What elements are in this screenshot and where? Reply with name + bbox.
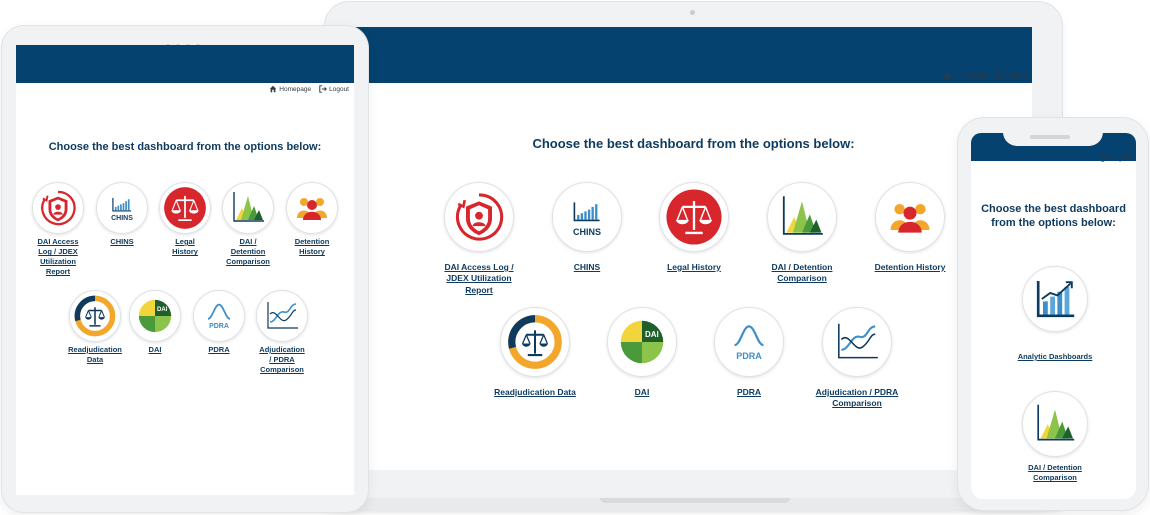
tile-dai[interactable]: DAI DAI	[127, 290, 183, 355]
tablet-camera-dots	[166, 35, 206, 48]
dai-pie-icon	[136, 297, 174, 335]
dai-icon-text: DAI	[645, 330, 659, 339]
homepage-link[interactable]: Homepage	[943, 72, 988, 80]
tile-readjudication[interactable]: Readjudication Data	[483, 307, 587, 398]
page-heading: Choose the best dashboard from the optio…	[532, 136, 855, 151]
peaks-chart-icon	[1031, 400, 1079, 448]
people-icon	[884, 191, 936, 243]
wave-chart-icon	[831, 316, 883, 368]
logout-link[interactable]: Logout	[319, 85, 349, 93]
homepage-link[interactable]: Homepage	[269, 85, 311, 93]
chins-icon-text: CHINS	[572, 227, 601, 237]
tile-adjudication-pdra[interactable]: Adjudication / PDRA Comparison	[253, 290, 311, 375]
home-icon	[943, 72, 951, 80]
dai-pie-icon	[617, 317, 667, 367]
header-bar	[16, 45, 354, 83]
tile-chins[interactable]: CHINS CHINS	[94, 182, 150, 247]
logout-icon	[996, 72, 1004, 80]
scales-icon	[163, 186, 207, 230]
logout-icon	[319, 85, 327, 93]
readjudication-icon	[73, 294, 117, 338]
logout-link[interactable]: Logout	[1101, 154, 1131, 162]
tile-detention-history[interactable]: Detention History	[284, 182, 340, 257]
phone-screen: Logout Choose the best dashboard from the…	[971, 133, 1136, 499]
tile-analytic-dashboards[interactable]: Analytic Dashboards	[1001, 266, 1109, 362]
chins-icon-text: CHINS	[111, 215, 133, 222]
tablet-screen: Homepage Logout Choose the best dashboar…	[16, 45, 354, 495]
header-bar	[355, 27, 1032, 83]
tile-adjudication-pdra[interactable]: Adjudication / PDRA Comparison	[807, 307, 907, 410]
readjudication-icon	[506, 313, 564, 371]
tile-detention-history[interactable]: Detention History	[867, 182, 953, 273]
tile-dai-access-log[interactable]: DAI Access Log / JDEX Utilization Report	[30, 182, 86, 278]
page-heading: Choose the best dashboard from the option…	[981, 203, 1126, 230]
tile-chins[interactable]: CHINS CHINS	[545, 182, 629, 273]
tile-legal-history[interactable]: Legal History	[652, 182, 736, 273]
page-heading: Choose the best dashboard from the optio…	[48, 141, 322, 153]
tile-dai-detention[interactable]: DAI / Detention Comparison	[220, 182, 276, 267]
laptop-base-notch	[600, 498, 790, 503]
home-icon	[269, 85, 277, 93]
top-nav: Homepage Logout	[943, 72, 1027, 80]
tile-dai-detention[interactable]: DAI / Detention Comparison	[759, 182, 845, 285]
analytics-icon	[1031, 275, 1079, 323]
tile-pdra[interactable]: PDRA PDRA	[191, 290, 247, 355]
shield-icon	[453, 191, 505, 243]
tile-pdra[interactable]: PDRA PDRA	[707, 307, 791, 398]
logout-link[interactable]: Logout	[996, 72, 1027, 80]
pdra-icon-text: PDRA	[736, 351, 762, 361]
tile-dai[interactable]: DAI DAI	[600, 307, 684, 398]
tile-readjudication[interactable]: Readjudication Data	[60, 290, 130, 365]
tile-legal-history[interactable]: Legal History	[157, 182, 213, 257]
shield-icon	[39, 189, 77, 227]
people-icon	[292, 188, 332, 228]
laptop-screen: Homepage Logout Choose the best dashboar…	[355, 27, 1032, 470]
peaks-chart-icon	[228, 188, 268, 228]
logout-icon	[1101, 154, 1109, 162]
phone-speaker	[1030, 135, 1070, 139]
wave-chart-icon	[262, 296, 302, 336]
tile-dai-access-log[interactable]: DAI Access Log / JDEX Utilization Report	[431, 182, 527, 296]
scales-icon	[665, 188, 723, 246]
top-nav: Logout	[1101, 154, 1131, 162]
peaks-chart-icon	[776, 191, 828, 243]
laptop-camera	[690, 10, 695, 15]
dai-icon-text: DAI	[157, 307, 168, 313]
pdra-icon-text: PDRA	[209, 323, 229, 330]
top-nav: Homepage Logout	[269, 85, 349, 93]
tile-dai-detention[interactable]: DAI / Detention Comparison	[1001, 391, 1109, 483]
